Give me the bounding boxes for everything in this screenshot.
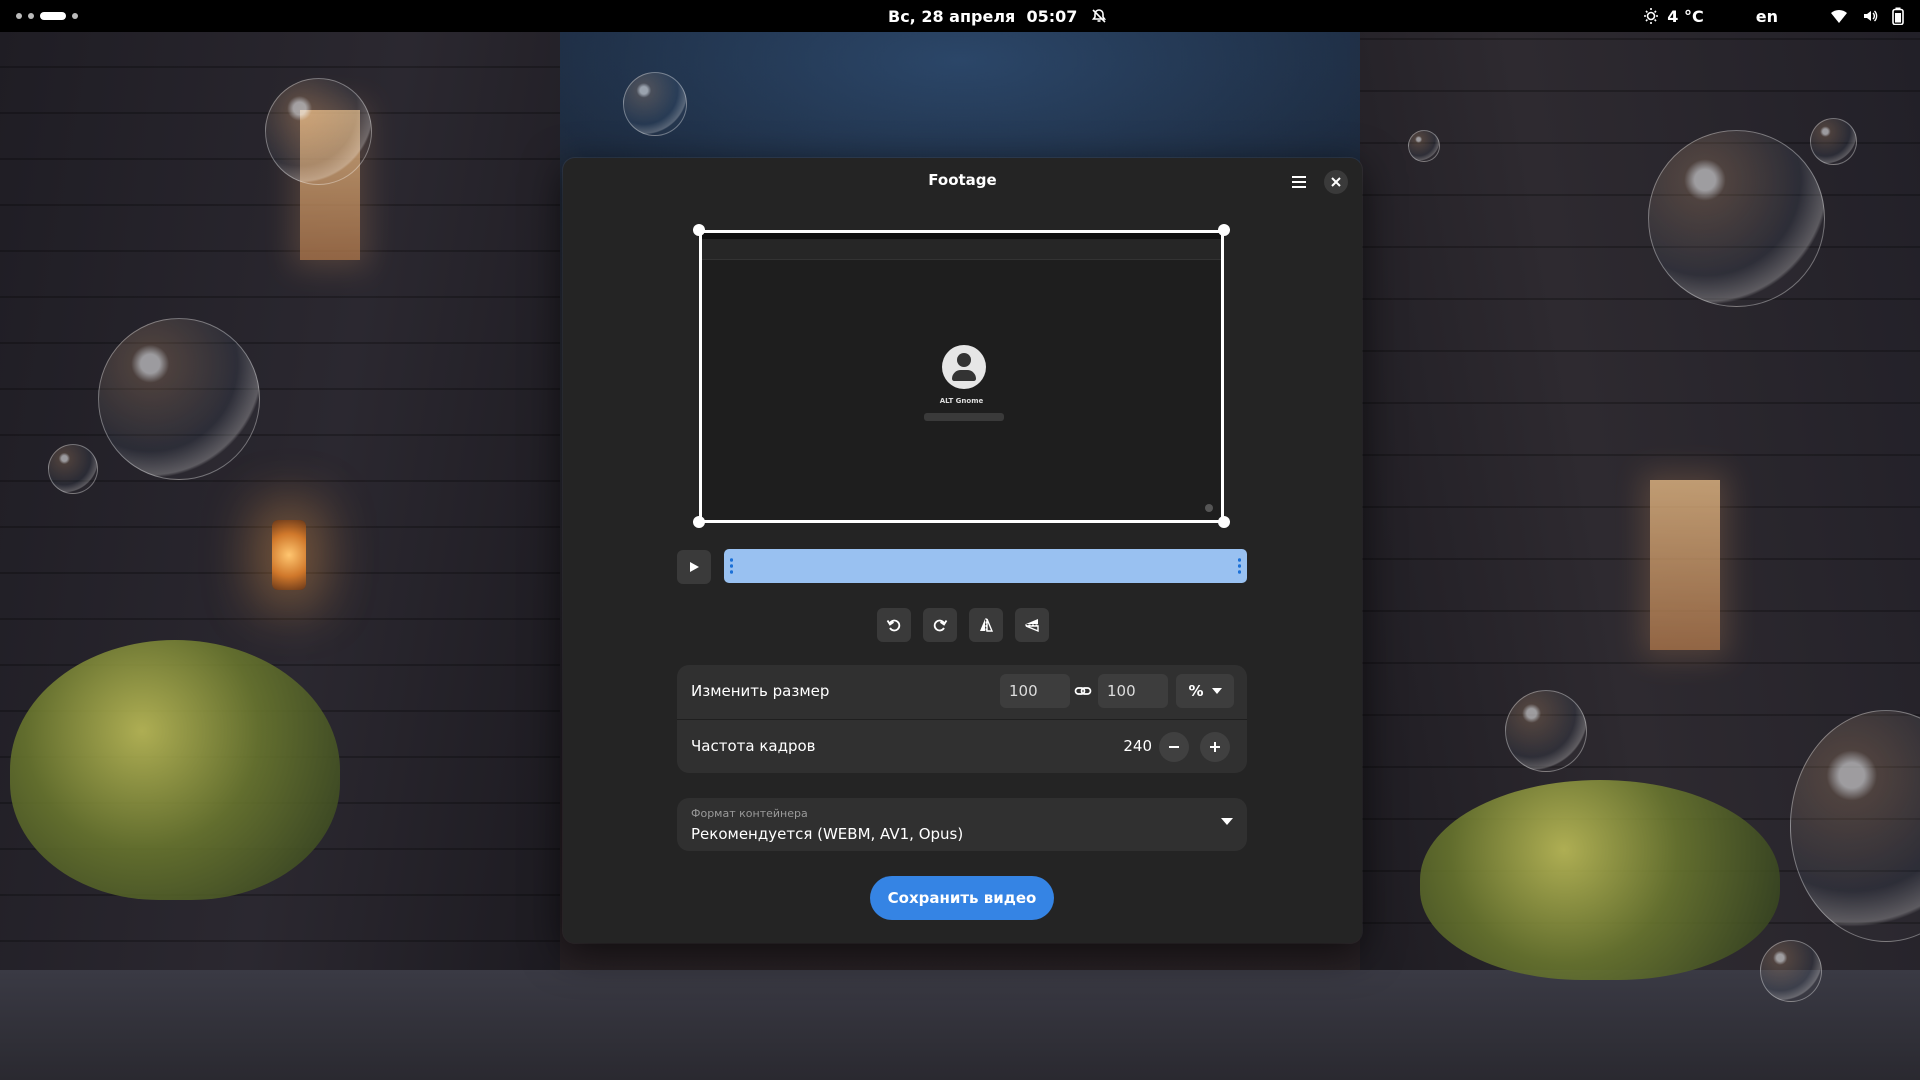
crop-handle-bottom-left[interactable] [693, 516, 705, 528]
flip-vertical-icon [1024, 617, 1040, 633]
resize-unit-label: % [1188, 682, 1204, 700]
wallpaper-bubble [1760, 940, 1822, 1002]
framerate-decrease-button[interactable] [1159, 732, 1189, 762]
preview-user-name: ALT Gnome [939, 397, 984, 405]
flip-horizontal-button[interactable] [969, 608, 1003, 642]
framerate-increase-button[interactable] [1200, 732, 1230, 762]
rotate-left-button[interactable] [877, 608, 911, 642]
container-format-dropdown[interactable]: Формат контейнера Рекомендуется (WEBM, A… [677, 798, 1247, 851]
minus-icon [1168, 741, 1180, 753]
resize-unit-dropdown[interactable]: % [1176, 674, 1234, 708]
chevron-down-icon [1211, 688, 1222, 694]
volume-icon[interactable] [1862, 8, 1878, 24]
wallpaper-bubble [98, 318, 260, 480]
workspace-dot [28, 13, 34, 19]
trim-timeline[interactable] [724, 549, 1247, 583]
notifications-off-icon [1091, 8, 1107, 24]
preview-mini-dot [1205, 504, 1213, 512]
wallpaper-window-glow [1650, 480, 1720, 650]
crop-handle-bottom-right[interactable] [1218, 516, 1230, 528]
plus-icon [1209, 741, 1221, 753]
activities-indicator[interactable] [16, 0, 78, 32]
wallpaper-plant [10, 640, 340, 900]
framerate-row: Частота кадров 240 [677, 719, 1247, 774]
keyboard-layout-indicator[interactable]: en [1756, 7, 1778, 26]
clock-label: Вс, 28 апреля 05:07 [888, 6, 1078, 26]
system-tray: 4 °C en [1643, 0, 1904, 32]
wallpaper-ground [0, 970, 1920, 1080]
battery-icon[interactable] [1892, 7, 1904, 25]
workspace-active-pill [40, 12, 66, 20]
crop-handle-top-right[interactable] [1218, 224, 1230, 236]
play-button[interactable] [677, 550, 711, 584]
preview-user-avatar-icon [942, 345, 986, 389]
rotate-left-icon [886, 617, 902, 633]
wallpaper-bubble [265, 78, 372, 185]
flip-vertical-button[interactable] [1015, 608, 1049, 642]
settings-list: Изменить размер 100 100 % Частота кадров… [677, 665, 1247, 773]
header-bar[interactable]: Footage [563, 158, 1362, 204]
main-menu-button[interactable] [1287, 170, 1311, 194]
preview-password-field [924, 413, 1004, 421]
resize-label: Изменить размер [691, 682, 830, 700]
container-format-subtitle: Формат контейнера [691, 807, 808, 820]
crop-handle-top-left[interactable] [693, 224, 705, 236]
rotate-right-icon [932, 617, 948, 633]
clock-button[interactable]: Вс, 28 апреля 05:07 [888, 0, 1107, 32]
wallpaper-bubble [1810, 118, 1857, 165]
video-preview-crop-area[interactable]: ALT Gnome [699, 230, 1224, 523]
chevron-down-icon [1221, 818, 1233, 825]
wallpaper-bubble [1648, 130, 1825, 307]
wallpaper-bubble [623, 72, 687, 136]
window-title: Footage [928, 171, 997, 189]
hamburger-menu-icon [1291, 175, 1307, 189]
wallpaper-bubble [1408, 130, 1440, 162]
play-icon [688, 561, 700, 573]
save-video-button[interactable]: Сохранить видео [870, 876, 1054, 920]
workspace-dot [72, 13, 78, 19]
footage-window: Footage ALT Gnome Изменить размер 100 10… [563, 158, 1362, 943]
framerate-value[interactable]: 240 [1112, 737, 1152, 755]
weather-icon [1643, 7, 1661, 25]
wifi-icon[interactable] [1830, 8, 1848, 24]
close-icon [1331, 177, 1341, 187]
wallpaper-lantern [272, 520, 306, 590]
workspace-dot [16, 13, 22, 19]
trim-start-handle[interactable] [730, 557, 733, 575]
wallpaper-bubble [1505, 690, 1587, 772]
trim-end-handle[interactable] [1238, 557, 1241, 575]
link-aspect-ratio-icon[interactable] [1074, 682, 1092, 700]
wallpaper-bubble [48, 444, 98, 494]
rotate-right-button[interactable] [923, 608, 957, 642]
container-format-value: Рекомендуется (WEBM, AV1, Opus) [691, 825, 964, 843]
resize-height-input[interactable]: 100 [1098, 674, 1168, 708]
framerate-label: Частота кадров [691, 737, 816, 755]
flip-horizontal-icon [978, 617, 994, 633]
top-bar: Вс, 28 апреля 05:07 4 °C en [0, 0, 1920, 32]
close-button[interactable] [1324, 170, 1348, 194]
weather-label: 4 °C [1667, 6, 1704, 26]
wallpaper-plant [1420, 780, 1780, 980]
resize-width-input[interactable]: 100 [1000, 674, 1070, 708]
resize-row: Изменить размер 100 100 % [677, 665, 1247, 719]
preview-mini-header [702, 239, 1221, 260]
